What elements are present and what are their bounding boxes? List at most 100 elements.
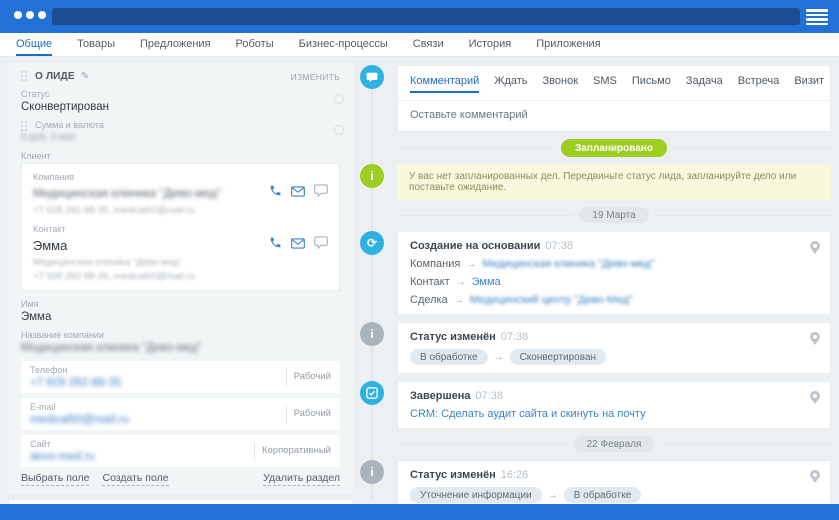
- status-value[interactable]: Сконвертирован: [21, 101, 340, 113]
- call-icon[interactable]: [269, 184, 282, 202]
- entry-row: Сделка→Медицинский центр "Дево-Мед": [410, 294, 804, 306]
- planned-divider: Запланировано: [397, 139, 831, 157]
- planned-button[interactable]: Запланировано: [561, 139, 667, 157]
- entry-row: Компания→Медицинская клиника "Дево-мед": [410, 258, 804, 270]
- create-field-link[interactable]: Создать поле: [102, 472, 168, 486]
- date-divider: 22 Февраля: [397, 436, 831, 452]
- entry-title: Статус изменён16:26: [410, 469, 804, 481]
- pin-icon[interactable]: [810, 332, 820, 345]
- amount-value[interactable]: 0 руб. 0 коп.: [21, 132, 340, 143]
- phone-field: Телефон +7 928 282-88-35 Рабочий: [21, 361, 340, 393]
- tab-prilozheniya[interactable]: Приложения: [536, 33, 600, 56]
- comment-input[interactable]: Оставьте комментарий: [398, 101, 830, 131]
- name-value[interactable]: Эмма: [21, 311, 340, 323]
- timeline-entry: i Статус изменён07:38 В обработке→Сконве…: [360, 322, 831, 374]
- entry-title: Статус изменён07:38: [410, 331, 804, 343]
- site-value[interactable]: devo-med.ru: [30, 451, 254, 463]
- site-label: Сайт: [30, 439, 254, 449]
- entry-title: Создание на основании07:38: [410, 240, 804, 252]
- tab-roboty[interactable]: Роботы: [236, 33, 274, 56]
- bottom-bar: [0, 504, 839, 520]
- tab-obshchie[interactable]: Общие: [16, 33, 52, 56]
- company-name[interactable]: Медицинская клиника "Дево-мед": [33, 186, 221, 200]
- edit-pencil-icon[interactable]: ✎: [81, 71, 89, 82]
- company-name-label: Название компании: [21, 330, 340, 340]
- client-card: Компания Медицинская клиника "Дево-мед" …: [21, 163, 340, 291]
- client-label: Клиент: [21, 151, 340, 161]
- date-pill: 19 Марта: [579, 207, 648, 223]
- task-link[interactable]: CRM: Сделать аудит сайта и скинуть на по…: [410, 408, 646, 420]
- tab-vstrecha[interactable]: Встреча: [738, 75, 780, 93]
- field-settings-icon[interactable]: [334, 94, 344, 104]
- hamburger-menu-icon[interactable]: [806, 9, 828, 25]
- tab-vizit[interactable]: Визит: [794, 75, 824, 93]
- entry-card: Создание на основании07:38 Компания→Меди…: [397, 231, 831, 315]
- comment-bubble-icon: [360, 65, 384, 89]
- chat-icon[interactable]: [314, 184, 328, 202]
- drag-handle-icon[interactable]: [21, 121, 29, 130]
- company-name-value[interactable]: Медицинская клиника "Дево-мед": [21, 342, 340, 354]
- email-value[interactable]: medical50@mail.ru: [30, 414, 286, 426]
- tab-tovary[interactable]: Товары: [77, 33, 115, 56]
- deal-link[interactable]: Медицинский центр "Дево-Мед": [470, 294, 633, 306]
- company-contacts: +7 928 282-88-35, medical50@mail.ru: [33, 205, 328, 216]
- tab-kommentariy[interactable]: Комментарий: [410, 75, 479, 93]
- about-lead-panel: О ЛИДЕ ✎ изменить Статус Сконвертирован …: [8, 63, 353, 494]
- entry-title: Завершена07:38: [410, 390, 804, 402]
- task-check-icon: [360, 381, 384, 405]
- phone-value[interactable]: +7 928 282-88-35: [30, 377, 286, 389]
- select-field-link[interactable]: Выбрать поле: [21, 472, 89, 486]
- status-badge: В обработке: [410, 349, 488, 365]
- tab-istoriya[interactable]: История: [469, 33, 512, 56]
- call-icon[interactable]: [269, 236, 282, 254]
- edit-link[interactable]: изменить: [291, 72, 340, 82]
- entry-card: Завершена07:38 CRM: Сделать аудит сайта …: [397, 381, 831, 429]
- pin-icon[interactable]: [810, 241, 820, 254]
- composer-row: Комментарий Ждать Звонок SMS Письмо Зада…: [360, 65, 831, 132]
- contact-link[interactable]: Эмма: [472, 276, 501, 288]
- status-label: Статус: [21, 89, 340, 99]
- notice-text: У вас нет запланированных дел. Передвинь…: [397, 164, 831, 200]
- company-link[interactable]: Медицинская клиника "Дево-мед": [482, 258, 655, 270]
- date-divider: 19 Марта: [397, 207, 831, 223]
- field-settings-icon[interactable]: [334, 125, 344, 135]
- tab-svyazi[interactable]: Связи: [413, 33, 444, 56]
- email-icon[interactable]: [291, 236, 305, 254]
- tab-sms[interactable]: SMS: [593, 75, 617, 93]
- contact-label: Контакт: [33, 224, 328, 234]
- pin-icon[interactable]: [810, 470, 820, 483]
- notice-row: i У вас нет запланированных дел. Передви…: [360, 164, 831, 200]
- contact-contacts: +7 928 282-88-35, medical50@mail.ru: [33, 271, 328, 282]
- site-type[interactable]: Корпоративный: [254, 442, 331, 460]
- phone-type[interactable]: Рабочий: [286, 368, 331, 386]
- contact-name[interactable]: Эмма: [33, 238, 67, 253]
- tab-zhdat[interactable]: Ждать: [494, 75, 527, 93]
- window-dots-icon: [14, 11, 46, 19]
- window-titlebar: [0, 0, 839, 33]
- email-label: E-mail: [30, 402, 286, 412]
- entry-row: Контакт→Эмма: [410, 276, 804, 288]
- tab-zvonok[interactable]: Звонок: [543, 75, 579, 93]
- tab-zadacha[interactable]: Задача: [686, 75, 723, 93]
- entry-card: Статус изменён16:26 Уточнение информации…: [397, 460, 831, 505]
- date-pill: 22 Февраля: [574, 436, 655, 452]
- company-label: Компания: [33, 172, 328, 182]
- tab-biznes-processy[interactable]: Бизнес-процессы: [299, 33, 388, 56]
- chat-icon[interactable]: [314, 236, 328, 254]
- tab-predlozheniya[interactable]: Предложения: [140, 33, 211, 56]
- composer-card: Комментарий Ждать Звонок SMS Письмо Зада…: [397, 65, 831, 132]
- sync-icon: ⟳: [360, 231, 384, 255]
- lead-details-column: О ЛИДЕ ✎ изменить Статус Сконвертирован …: [8, 63, 353, 505]
- drag-handle-icon[interactable]: [21, 71, 29, 82]
- tab-pismo[interactable]: Письмо: [632, 75, 671, 93]
- pin-icon[interactable]: [810, 391, 820, 404]
- name-label: Имя: [21, 299, 340, 309]
- timeline-entry: i Статус изменён16:26 Уточнение информац…: [360, 460, 831, 505]
- email-type[interactable]: Рабочий: [286, 405, 331, 423]
- delete-section-link[interactable]: Удалить раздел: [263, 472, 340, 486]
- address-bar[interactable]: [52, 8, 800, 25]
- status-badge: Уточнение информации: [410, 487, 542, 503]
- email-icon[interactable]: [291, 184, 305, 202]
- email-field: E-mail medical50@mail.ru Рабочий: [21, 398, 340, 430]
- main-tabbar: Общие Товары Предложения Роботы Бизнес-п…: [0, 33, 839, 57]
